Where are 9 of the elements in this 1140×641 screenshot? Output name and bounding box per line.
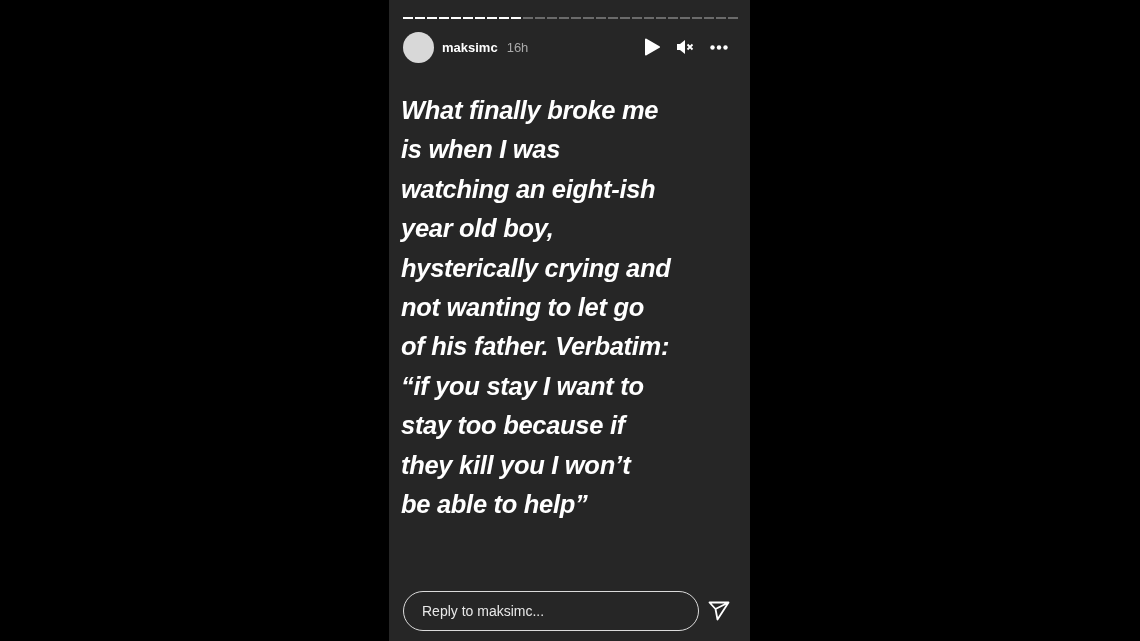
- play-icon[interactable]: [644, 38, 660, 56]
- reply-field[interactable]: Reply to maksimc...: [403, 591, 699, 631]
- muted-speaker-icon[interactable]: [676, 39, 694, 55]
- story-text: What finally broke me is when I was watching an eight-ish year old boy, hysterically crying and not wanting to let go of his father. Verbatim: “if you stay I want to stay too because if they kill you I won’t be able to help”: [401, 95, 673, 521]
- avatar[interactable]: [403, 31, 434, 63]
- more-options-icon[interactable]: [710, 44, 728, 50]
- username[interactable]: maksimc: [442, 39, 498, 55]
- post-time: 16h: [506, 39, 529, 55]
- send-icon[interactable]: [708, 601, 730, 621]
